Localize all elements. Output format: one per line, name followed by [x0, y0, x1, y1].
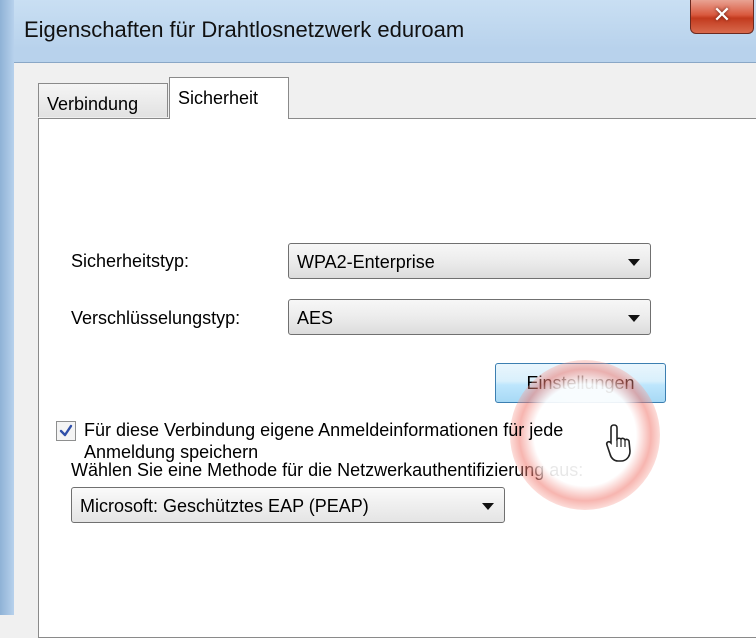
encryption-type-label: Verschlüsselungstyp: — [71, 308, 241, 328]
encryption-type-select[interactable]: AES — [288, 299, 651, 335]
save-credentials-checkbox[interactable] — [56, 421, 76, 441]
auth-method-select[interactable]: Microsoft: Geschütztes EAP (PEAP) — [71, 487, 505, 523]
encryption-type-value: AES — [297, 308, 334, 328]
close-button[interactable]: ✕ — [690, 0, 754, 34]
settings-button[interactable]: Einstellungen — [495, 363, 666, 403]
tab-sicherheit[interactable]: Sicherheit — [169, 77, 289, 119]
save-credentials-label: Für diese Verbindung eigene Anmeldeinfor… — [84, 420, 564, 462]
checkmark-icon — [59, 424, 73, 437]
security-type-select[interactable]: WPA2-Enterprise — [288, 243, 651, 279]
tab-label: Sicherheit — [178, 88, 259, 108]
chevron-down-icon — [482, 503, 494, 510]
auth-method-value: Microsoft: Geschütztes EAP (PEAP) — [80, 496, 369, 516]
security-type-value: WPA2-Enterprise — [297, 252, 435, 272]
window-title: Eigenschaften für Drahtlosnetzwerk eduro… — [24, 17, 465, 42]
close-icon: ✕ — [712, 2, 732, 27]
hand-pointer-icon — [605, 424, 631, 462]
title-bar[interactable]: Eigenschaften für Drahtlosnetzwerk eduro… — [14, 0, 756, 62]
dialog-window: Eigenschaften für Drahtlosnetzwerk eduro… — [0, 0, 756, 638]
auth-method-label: Wählen Sie eine Methode für die Netzwerk… — [71, 460, 584, 480]
chevron-down-icon — [628, 259, 640, 266]
tab-verbindung[interactable]: Verbindung — [38, 83, 168, 117]
window-frame-edge — [0, 0, 14, 615]
tab-label: Verbindung — [47, 94, 139, 114]
chevron-down-icon — [628, 315, 640, 322]
dialog-client-area: Verbindung Sicherheit Sicherheitstyp: WP… — [14, 62, 756, 638]
security-type-label: Sicherheitstyp: — [71, 251, 190, 271]
